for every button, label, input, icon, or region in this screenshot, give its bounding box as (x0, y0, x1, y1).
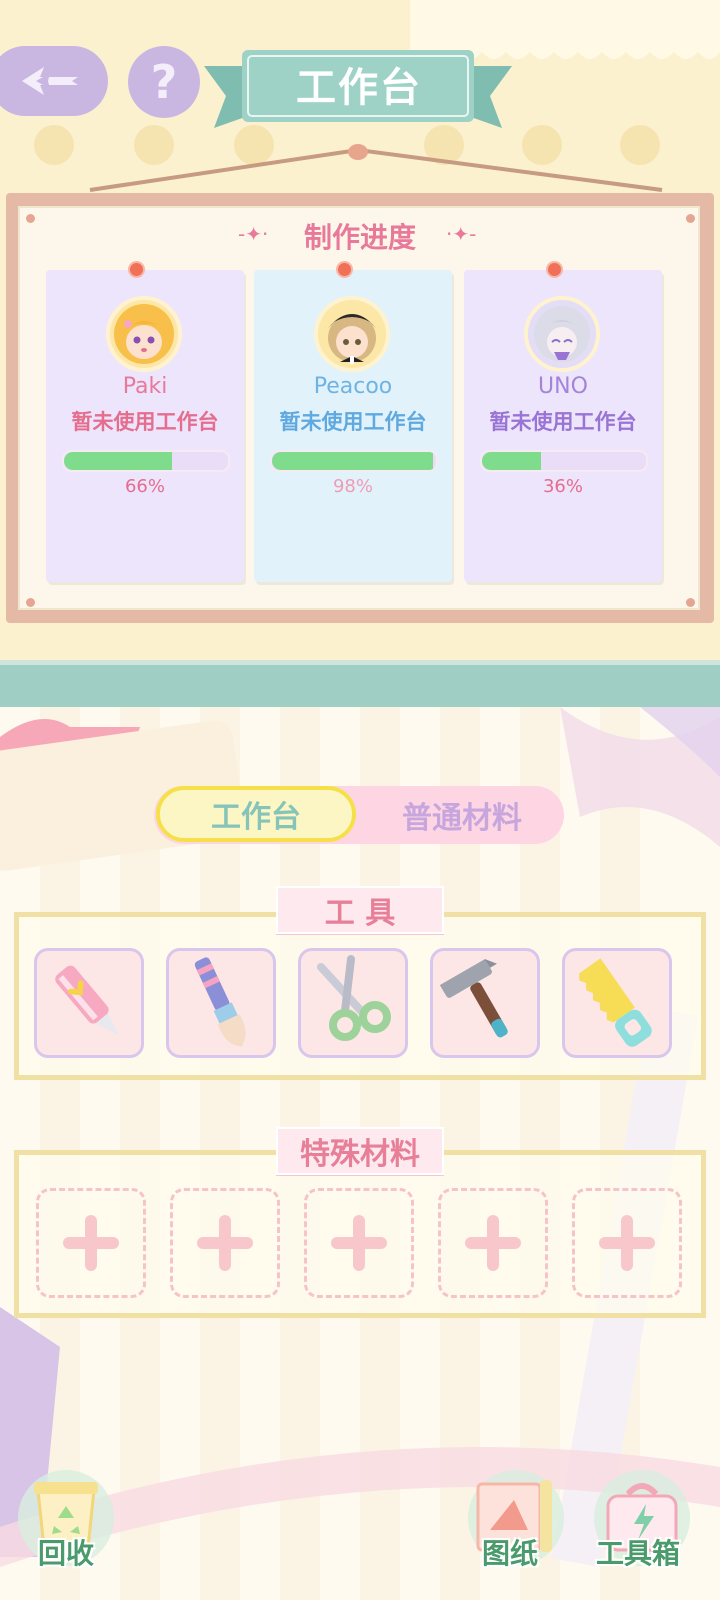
pin-icon (548, 263, 561, 276)
scissors-icon (317, 955, 391, 1041)
nail (686, 214, 695, 223)
pin-icon (338, 263, 351, 276)
tool-slot-scissors[interactable] (298, 948, 408, 1058)
recycle-label: 回收 (38, 1537, 95, 1570)
plus-icon (63, 1215, 119, 1271)
page-title: 工作台 (296, 65, 422, 111)
progress-percent: 36% (542, 476, 583, 497)
toolbox-label: 工具箱 (596, 1537, 681, 1570)
tool-slot-saw[interactable] (562, 948, 672, 1058)
progress-bar-fill (272, 452, 433, 470)
plus-icon (197, 1215, 253, 1271)
help-icon: ? (150, 55, 178, 109)
back-button[interactable] (0, 46, 108, 116)
tool-slot-brush[interactable] (166, 948, 276, 1058)
plus-icon (331, 1215, 387, 1271)
tab-materials[interactable]: 普通材料 (362, 786, 562, 844)
worker-status: 暂未使用工作台 (71, 410, 219, 434)
plus-icon (465, 1215, 521, 1271)
worker-name: UNO (538, 374, 588, 399)
progress-card-paki[interactable]: Paki 暂未使用工作台 66% (46, 263, 244, 582)
tools-label: 工 具 (276, 886, 444, 934)
avatar-paki (106, 296, 182, 372)
saw-icon (579, 958, 652, 1047)
blueprint-label: 图纸 (482, 1537, 539, 1570)
tab-workbench[interactable]: 工作台 (156, 786, 356, 842)
progress-card-uno[interactable]: UNO 暂未使用工作台 36% (464, 263, 662, 582)
back-arrow-icon (22, 67, 78, 95)
progress-title: 制作进度 (303, 221, 416, 254)
tool-slot-knife[interactable] (34, 948, 144, 1058)
pin-icon (130, 263, 143, 276)
tool-slot-hammer[interactable] (430, 948, 540, 1058)
worker-name: Paki (122, 374, 168, 399)
progress-bar-fill (482, 452, 542, 470)
worker-status: 暂未使用工作台 (489, 410, 637, 434)
material-slot[interactable] (572, 1188, 682, 1298)
hammer-icon (440, 959, 508, 1038)
material-slot[interactable] (304, 1188, 414, 1298)
special-materials-label: 特殊材料 (276, 1127, 444, 1175)
material-slot[interactable] (36, 1188, 146, 1298)
paintbrush-icon (194, 957, 246, 1047)
nail (26, 214, 35, 223)
avatar-peacoo (314, 296, 390, 372)
progress-percent: 98% (332, 476, 373, 497)
nail (686, 598, 695, 607)
plus-icon (599, 1215, 655, 1271)
nail (26, 598, 35, 607)
utility-knife-icon (55, 965, 119, 1036)
section-divider (0, 665, 720, 707)
progress-bar (270, 450, 438, 472)
progress-bar (480, 450, 648, 472)
avatar-uno (524, 296, 600, 372)
progress-bar (62, 450, 230, 472)
material-slot[interactable] (170, 1188, 280, 1298)
progress-card-peacoo[interactable]: Peacoo 暂未使用工作台 98% (254, 263, 452, 582)
worker-status: 暂未使用工作台 (279, 410, 427, 434)
worker-name: Peacoo (313, 374, 393, 399)
help-button[interactable]: ? (128, 46, 200, 118)
progress-percent: 66% (124, 476, 165, 497)
progress-bar-fill (64, 452, 173, 470)
material-slot[interactable] (438, 1188, 548, 1298)
